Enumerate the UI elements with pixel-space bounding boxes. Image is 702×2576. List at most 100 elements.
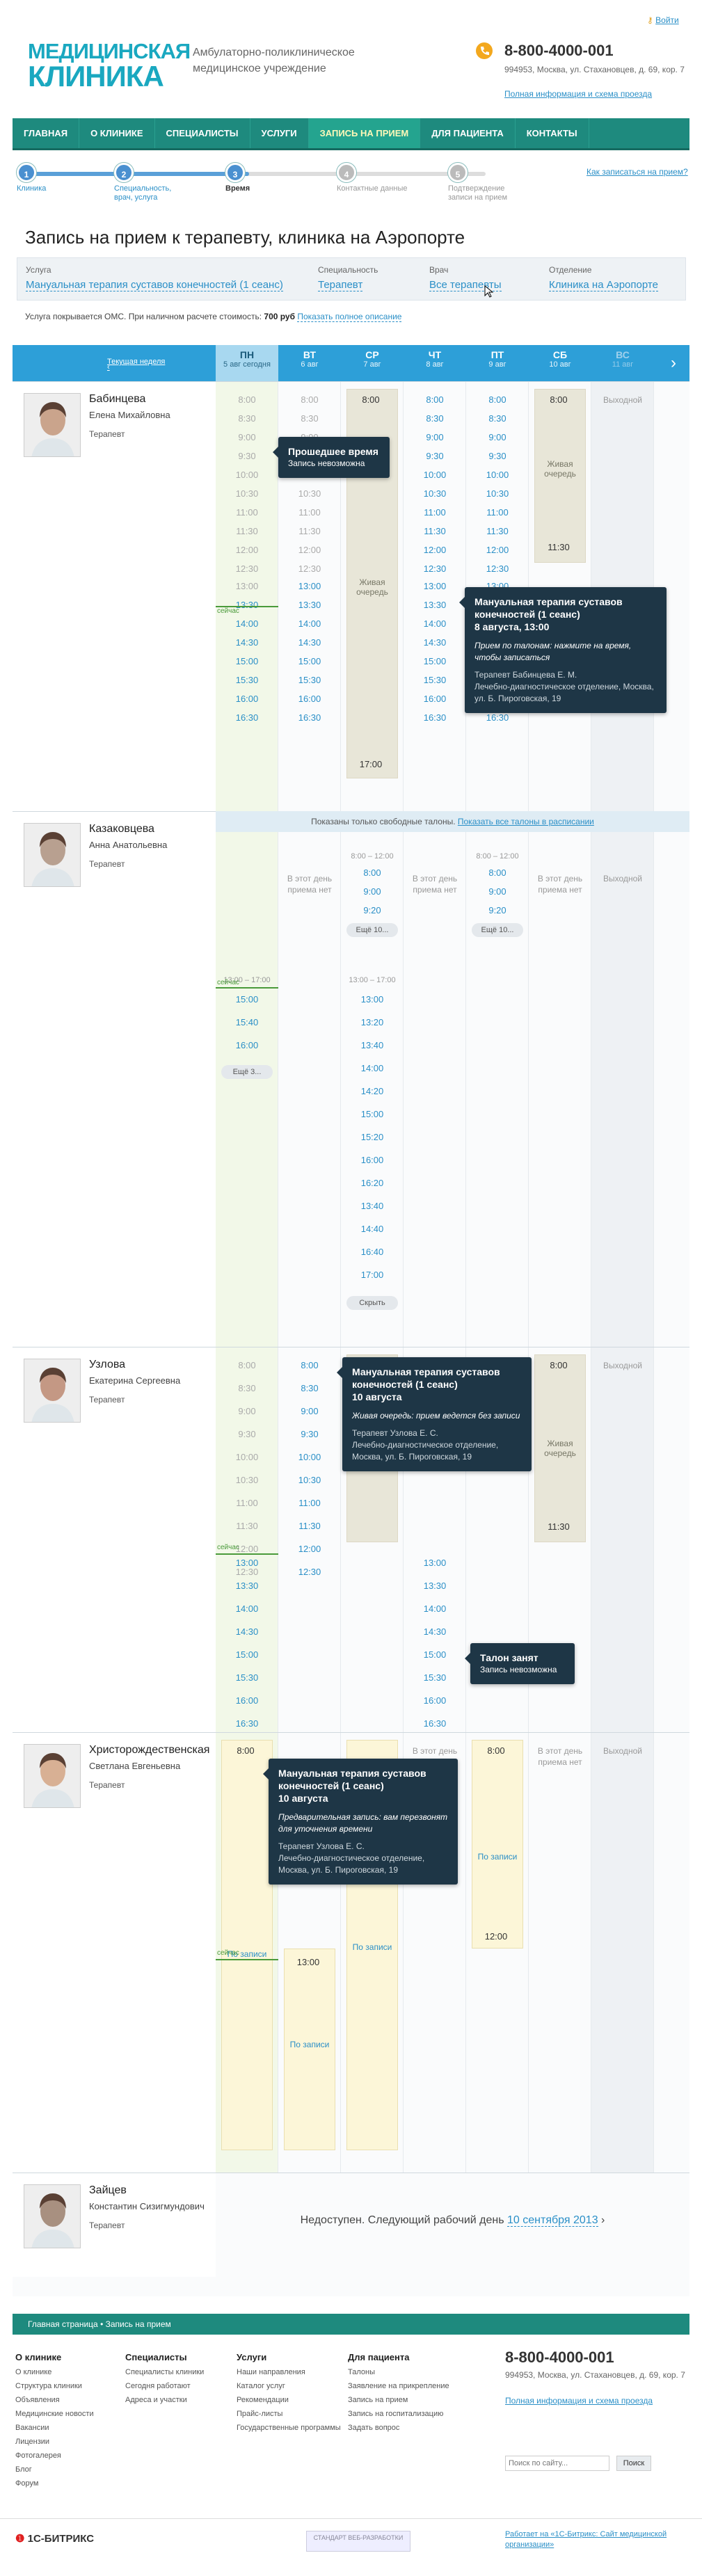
time-slot[interactable]: 12:30 (280, 1567, 340, 1578)
time-slot[interactable]: 12:30 (468, 563, 527, 575)
day-header-0[interactable]: ПН 5 авг сегодня (216, 345, 278, 381)
footer-link[interactable]: Запись на прием (348, 2393, 452, 2407)
time-slot[interactable]: 14:00 (342, 1063, 402, 1074)
time-slot[interactable]: 13:30 (405, 600, 465, 611)
show-description-link[interactable]: Показать полное описание (297, 312, 402, 322)
time-slot[interactable]: 8:00 (342, 867, 402, 879)
time-slot[interactable]: 13:00 (405, 581, 465, 592)
time-slot[interactable]: 13:30 (217, 1581, 277, 1592)
day-header-1[interactable]: ВТ 6 авг (278, 345, 341, 381)
selection-link[interactable]: Мануальная терапия суставов конечностей … (26, 279, 283, 291)
time-slot[interactable]: 17:00 (342, 1270, 402, 1281)
time-slot[interactable]: 9:00 (468, 886, 527, 897)
time-slot[interactable]: 13:20 (342, 1017, 402, 1028)
time-slot[interactable]: 16:00 (342, 1155, 402, 1166)
time-slot[interactable]: 12:30 (405, 563, 465, 575)
time-slot[interactable]: 15:00 (217, 1649, 277, 1661)
day-header-3[interactable]: ЧТ 8 авг (404, 345, 466, 381)
time-slot[interactable]: 11:30 (468, 526, 527, 537)
footer-full-info-link[interactable]: Полная информация и схема проезда (505, 2396, 653, 2406)
time-slot[interactable]: 14:00 (217, 618, 277, 630)
time-slot[interactable]: 15:00 (342, 1109, 402, 1120)
time-slot[interactable]: 16:00 (405, 694, 465, 705)
selection-value[interactable]: Терапевт (318, 279, 378, 291)
time-slot[interactable]: 16:30 (217, 1718, 277, 1729)
time-slot[interactable]: 10:00 (280, 1452, 340, 1463)
time-slot[interactable]: 9:00 (280, 1406, 340, 1417)
nav-item[interactable]: ГЛАВНАЯ (13, 118, 80, 148)
made-by-link[interactable]: Работает на «1С-Битрикс: Сайт медицинско… (505, 2530, 667, 2549)
logo[interactable]: МЕДИЦИНСКАЯ КЛИНИКА (28, 40, 191, 91)
footer-link[interactable]: Наши направления (237, 2365, 341, 2379)
time-slot[interactable]: 14:30 (217, 637, 277, 648)
selection-value[interactable]: Клиника на Аэропорте (549, 279, 658, 291)
time-slot[interactable]: 14:40 (342, 1224, 402, 1235)
time-slot[interactable]: 8:30 (405, 413, 465, 424)
time-slot[interactable]: 8:00 (405, 394, 465, 406)
show-more-button[interactable]: Ещё 10... (346, 923, 398, 937)
time-slot[interactable]: 12:00 (405, 545, 465, 556)
time-slot[interactable]: 15:30 (280, 675, 340, 686)
time-slot[interactable]: 9:00 (342, 886, 402, 897)
step-1[interactable]: 1 Клиника (17, 163, 93, 193)
time-slot[interactable]: 13:40 (342, 1040, 402, 1051)
selection-value[interactable]: Мануальная терапия суставов конечностей … (26, 279, 283, 291)
time-slot[interactable]: 13:40 (342, 1201, 402, 1212)
time-slot[interactable]: 16:40 (342, 1247, 402, 1258)
time-slot[interactable]: 14:00 (280, 618, 340, 630)
time-slot[interactable]: 12:00 (468, 545, 527, 556)
footer-link[interactable]: Прайс-листы (237, 2407, 341, 2421)
footer-link[interactable]: Форум (15, 2477, 120, 2490)
footer-link[interactable]: Блог (15, 2463, 120, 2477)
time-slot[interactable]: 10:30 (405, 488, 465, 499)
time-slot[interactable]: 9:00 (405, 432, 465, 443)
time-slot[interactable]: 11:30 (280, 1521, 340, 1532)
time-slot[interactable]: 16:30 (468, 712, 527, 723)
doctor-name[interactable]: Узлова (89, 1359, 125, 1371)
show-more-button[interactable]: Ещё 3... (221, 1065, 273, 1079)
time-slot[interactable]: 16:00 (280, 694, 340, 705)
time-slot[interactable]: 9:30 (405, 451, 465, 462)
time-slot[interactable]: 14:00 (405, 1603, 465, 1615)
nav-item[interactable]: ЗАПИСЬ НА ПРИЕМ (308, 118, 421, 148)
time-slot[interactable]: 13:30 (280, 600, 340, 611)
footer-link[interactable]: Структура клиники (15, 2379, 120, 2393)
time-slot[interactable]: 10:30 (468, 488, 527, 499)
time-slot[interactable]: 16:20 (342, 1178, 402, 1189)
footer-link[interactable]: Адреса и участки (125, 2393, 230, 2407)
selection-link[interactable]: Терапевт (318, 279, 363, 291)
bitrix-logo[interactable]: ❶ 1С-БИТРИКС (15, 2532, 94, 2545)
time-slot[interactable]: 11:30 (405, 526, 465, 537)
footer-column-title[interactable]: Услуги (237, 2350, 341, 2365)
time-slot[interactable]: 15:00 (217, 656, 277, 667)
time-slot[interactable]: 9:20 (468, 905, 527, 916)
day-header-2[interactable]: СР 7 авг (341, 345, 404, 381)
footer-link[interactable]: Талоны (348, 2365, 452, 2379)
footer-link[interactable]: Специалисты клиники (125, 2365, 230, 2379)
footer-link[interactable]: Лицензии (15, 2435, 120, 2449)
doctor-name[interactable]: Христорождественская (89, 1744, 209, 1757)
time-slot[interactable]: 14:30 (217, 1626, 277, 1638)
nav-item[interactable]: О КЛИНИКЕ (79, 118, 155, 148)
time-slot[interactable]: 10:00 (468, 470, 527, 481)
footer-link[interactable]: Сегодня работают (125, 2379, 230, 2393)
time-slot[interactable]: 12:00 (280, 1544, 340, 1555)
selection-link[interactable]: Клиника на Аэропорте (549, 279, 658, 291)
doctor-name[interactable]: Бабинцева (89, 393, 145, 406)
footer-link[interactable]: Вакансии (15, 2421, 120, 2435)
time-slot[interactable]: 15:20 (342, 1132, 402, 1143)
time-slot[interactable]: 13:00 (280, 581, 340, 592)
doctor-name[interactable]: Казаковцева (89, 823, 154, 835)
login-link[interactable]: ⚷ Войти (647, 15, 679, 25)
time-slot[interactable]: 11:00 (405, 507, 465, 518)
time-slot[interactable]: 9:30 (280, 1429, 340, 1440)
footer-link[interactable]: О клинике (15, 2365, 120, 2379)
time-slot[interactable]: 13:00 (342, 994, 402, 1005)
time-slot[interactable]: 10:00 (405, 470, 465, 481)
time-slot[interactable]: 8:00 (468, 867, 527, 879)
time-slot[interactable]: 16:00 (217, 694, 277, 705)
time-slot[interactable]: 8:00 (468, 394, 527, 406)
time-slot[interactable]: 16:30 (280, 712, 340, 723)
footer-column-title[interactable]: Для пациента (348, 2350, 452, 2365)
footer-link[interactable]: Объявления (15, 2393, 120, 2407)
